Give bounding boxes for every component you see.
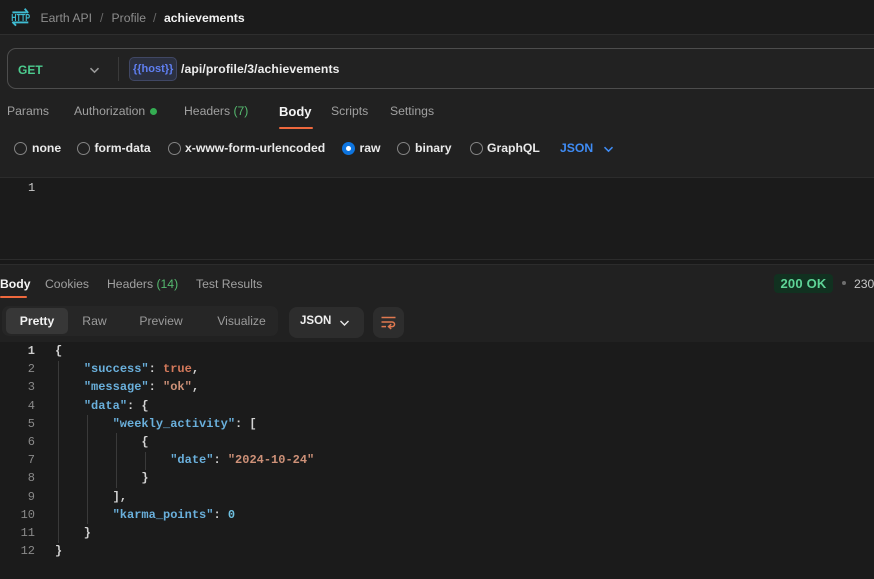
svg-text:HTTP: HTTP <box>11 11 30 22</box>
